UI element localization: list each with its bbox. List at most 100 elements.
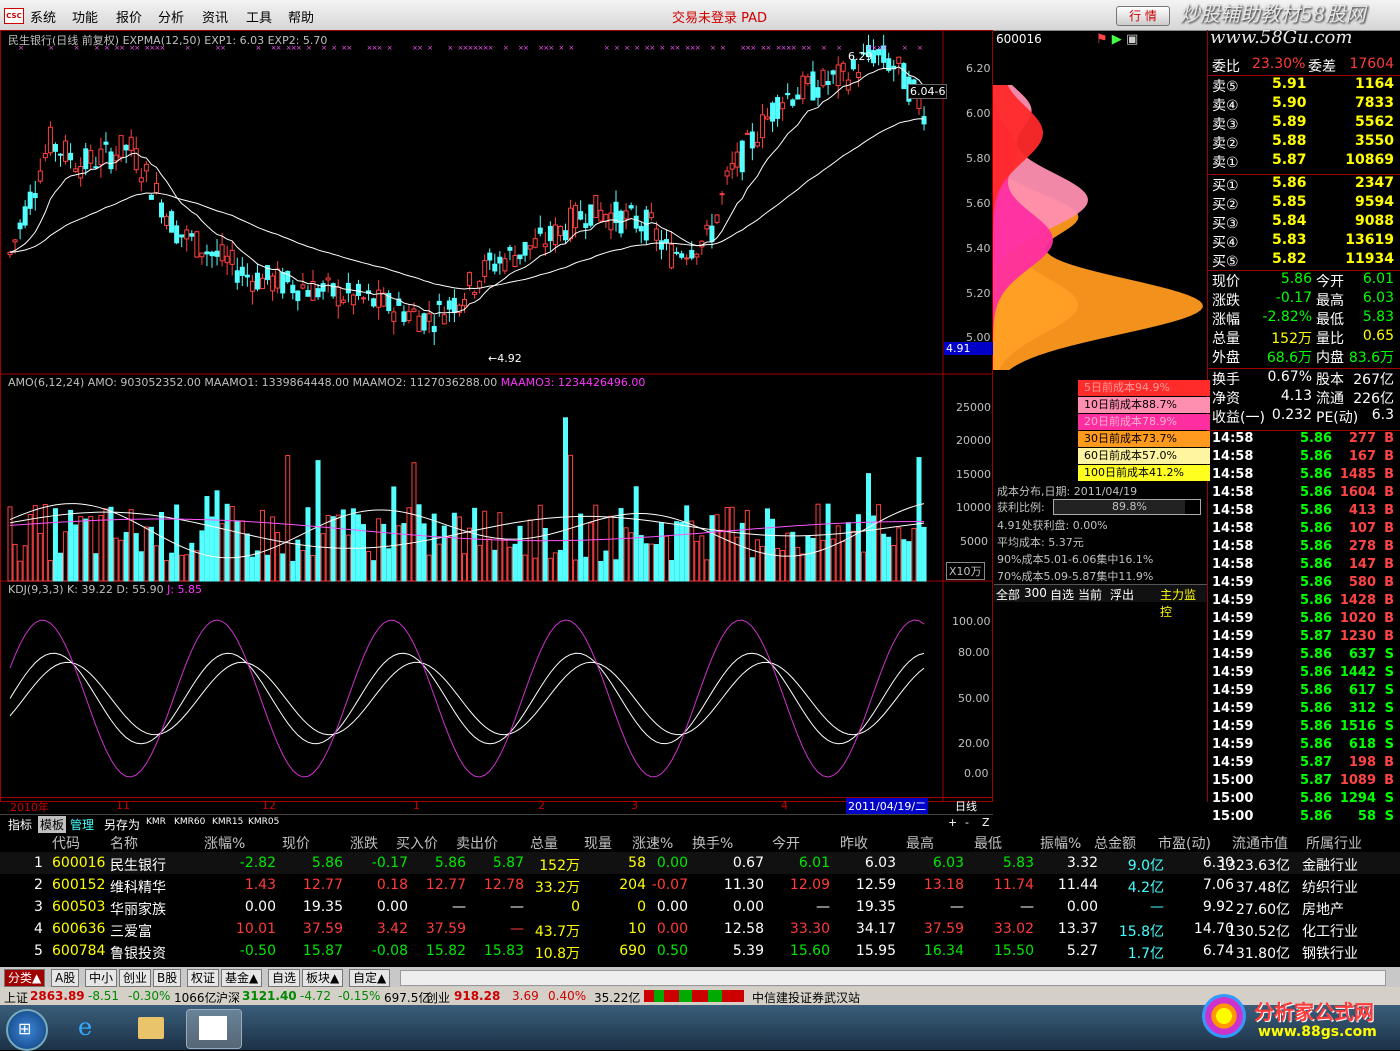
stat-label: 涨跌 <box>1212 293 1240 309</box>
menu-system[interactable]: 系统 <box>30 7 56 26</box>
market-tab[interactable]: 权证 <box>187 969 220 987</box>
cost-tab-current[interactable]: 当前 <box>1078 586 1102 603</box>
volume-bar <box>714 514 720 582</box>
candle <box>345 272 351 303</box>
date-tag: 2011/04/19/二 <box>846 798 929 814</box>
tick-volume: 1428 <box>1339 593 1376 608</box>
taskbar-stock-app[interactable] <box>186 1009 242 1049</box>
market-tab[interactable]: 创业 <box>119 969 152 987</box>
volume-bar <box>204 496 210 582</box>
candle-body <box>719 193 725 196</box>
market-tab[interactable]: 板块▲ <box>302 969 344 987</box>
market-tab[interactable]: 自定▲ <box>349 969 391 987</box>
candle <box>492 253 498 275</box>
ask-price: 5.88 <box>1272 133 1307 149</box>
market-tab[interactable]: 自选 <box>268 969 301 987</box>
candle <box>249 275 255 305</box>
stat-row: 外盘 68.6万 内盘 83.6万 <box>1208 347 1398 366</box>
tick-time: 14:59 <box>1212 719 1254 734</box>
taskbar-explorer[interactable] <box>124 1009 178 1047</box>
menu-analysis[interactable]: 分析 <box>158 7 184 26</box>
market-tab[interactable]: 分类▲ <box>4 969 46 987</box>
table-row[interactable]: 3 600503 华丽家族 0.00 19.35 0.00 — — 0 0 0.00 0.00 — 19.… <box>0 896 1400 918</box>
market-tab[interactable]: A股 <box>51 969 80 987</box>
volume-bar <box>164 559 170 582</box>
volume-title-maamo3: MAAMO3: 1234426496.00 <box>500 376 646 389</box>
dist-date: 2011/04/19 <box>1073 485 1138 498</box>
taskbar-ie[interactable]: e <box>64 1009 118 1047</box>
candle <box>376 279 382 320</box>
cost-tab-watchlist[interactable]: 自选 <box>1050 586 1074 603</box>
candle-body <box>98 148 104 166</box>
bid-price: 5.84 <box>1272 213 1307 229</box>
horizontal-scrollbar[interactable] <box>400 970 1386 986</box>
tab-kmr05[interactable]: KMR05 <box>248 817 279 827</box>
volume-bar <box>350 508 356 582</box>
start-button[interactable]: ⊞ <box>6 1009 48 1051</box>
candle-body <box>229 249 235 265</box>
trade-status[interactable]: 交易未登录 PAD <box>672 7 767 26</box>
tab-save-as[interactable]: 另存为 <box>104 816 140 833</box>
candle-body <box>159 202 164 218</box>
candle-body <box>133 148 139 171</box>
table-cell: 12.77 <box>302 877 343 893</box>
signal-mark: × <box>604 44 610 52</box>
cost-tab-all[interactable]: 全部 <box>996 586 1020 603</box>
chart-svg[interactable]: × × × × × × × × × × × × × × × × × × × × × × × × × × × × × × × × × × × × × × × ×… <box>0 30 993 802</box>
table-row[interactable]: 1 600016 民生银行 -2.82 5.86 -0.17 5.86 5.87 152万 58 0… <box>0 852 1400 874</box>
candle-body <box>249 280 255 292</box>
candle <box>254 264 260 292</box>
cy-pct: 0.40% <box>548 989 587 1003</box>
candle <box>886 52 892 73</box>
tab-template[interactable]: 模板 <box>38 816 67 833</box>
market-tab[interactable]: 中小 <box>85 969 118 987</box>
candle <box>744 129 750 135</box>
candle-body <box>275 268 281 289</box>
tab-kmr[interactable]: KMR <box>146 817 166 827</box>
market-tab[interactable]: 基金▲ <box>221 969 263 987</box>
tab-indicator[interactable]: 指标 <box>8 816 32 833</box>
tab-kmr60[interactable]: KMR60 <box>174 817 205 827</box>
table-cell: 12.77 <box>425 877 466 893</box>
zoom-out-button[interactable]: - <box>965 816 969 829</box>
cost-tab-300[interactable]: 300 <box>1024 586 1047 600</box>
stat-label: 总量 <box>1212 331 1240 347</box>
cy-label: 创业 <box>426 991 451 1005</box>
cost-tab-float[interactable]: 浮出 <box>1110 586 1134 603</box>
quote-button[interactable]: 行 情 <box>1116 6 1170 26</box>
candle-body <box>138 177 144 183</box>
candle-body <box>260 277 265 290</box>
menu-quote[interactable]: 报价 <box>116 7 142 26</box>
table-row[interactable]: 2 600152 维科精华 1.43 12.77 0.18 12.77 12.78 33.2万 2… <box>0 874 1400 896</box>
market-tab[interactable]: B股 <box>153 969 182 987</box>
tab-kmr15[interactable]: KMR15 <box>212 817 243 827</box>
menu-function[interactable]: 功能 <box>72 7 98 26</box>
candle-body <box>734 151 740 168</box>
main-force-monitor[interactable]: 主力监控 <box>1160 586 1207 620</box>
volume-bar <box>386 548 392 582</box>
zoom-reset-button[interactable]: Z <box>982 816 990 829</box>
table-header: 昨收 <box>840 836 868 852</box>
table-cell: 10.01 <box>235 921 276 937</box>
candle <box>785 83 791 100</box>
tick-volume: 413 <box>1348 503 1376 518</box>
candle <box>618 209 624 238</box>
candle-body <box>239 266 245 276</box>
tab-manage[interactable]: 管理 <box>70 816 94 833</box>
zoom-in-button[interactable]: + <box>948 816 957 829</box>
table-cell: 27.60亿 <box>1235 902 1290 918</box>
volume-bar <box>224 503 230 582</box>
menu-help[interactable]: 帮助 <box>288 7 314 26</box>
volume-bar <box>320 533 326 582</box>
table-row[interactable]: 4 600636 三爱富 10.01 37.59 3.42 37.59 — 43.7万 10 0.0… <box>0 918 1400 940</box>
volume-bar <box>775 548 781 582</box>
candle-body <box>189 233 195 237</box>
period-label[interactable]: 日线 <box>955 798 977 814</box>
table-row[interactable]: 5 600784 鲁银投资 -0.50 15.87 -0.08 15.82 15.83 10.8… <box>0 940 1400 962</box>
menu-tools[interactable]: 工具 <box>246 7 272 26</box>
bid-volume: 9594 <box>1355 194 1394 210</box>
stat-row: 净资 4.13 流通 226亿 <box>1208 388 1398 407</box>
volume-bar <box>800 553 806 582</box>
menu-news[interactable]: 资讯 <box>202 7 228 26</box>
candle-body <box>770 102 776 122</box>
